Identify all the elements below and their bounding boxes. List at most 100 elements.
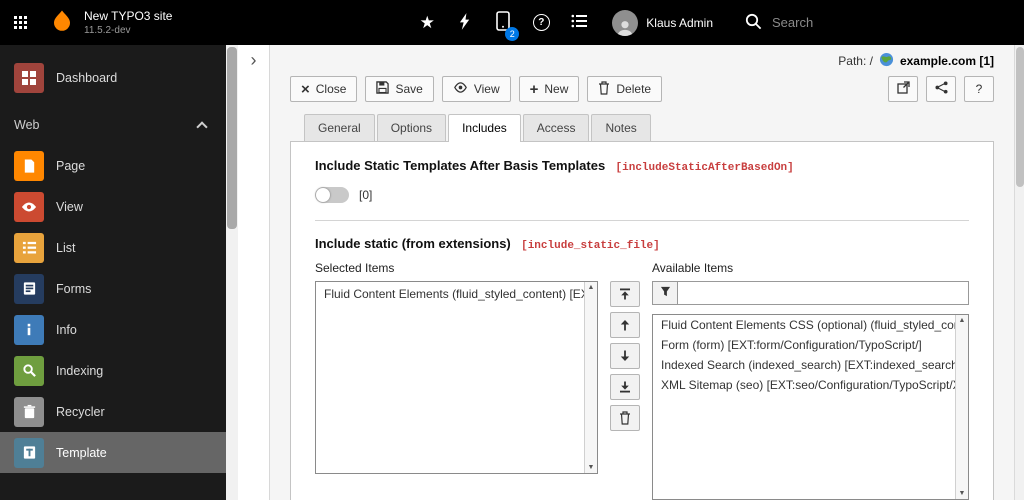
tab-includes[interactable]: Includes — [448, 114, 521, 142]
brand[interactable]: New TYPO3 site 11.5.2-dev — [40, 0, 182, 45]
bookmark-button[interactable]: ★ — [408, 0, 446, 45]
sidebar-item-label: Indexing — [56, 363, 104, 378]
site-version: 11.5.2-dev — [84, 24, 131, 36]
delete-button[interactable]: Delete — [587, 76, 663, 102]
sidebar-item-template[interactable]: Template — [0, 432, 226, 473]
help-icon: ? — [532, 14, 550, 31]
avatar — [612, 9, 639, 36]
sidebar-item-label: Recycler — [56, 404, 105, 419]
plus-icon: + — [529, 80, 539, 98]
scrollbar-thumb[interactable] — [1016, 47, 1024, 187]
list-module-icon — [14, 232, 44, 263]
module-menu: Dashboard Web Page View List Forms Info … — [0, 45, 226, 500]
close-icon: × — [301, 80, 310, 98]
remove-item-button[interactable] — [610, 405, 640, 431]
sidebar-item-indexing[interactable]: Indexing — [0, 350, 226, 391]
apps-grid-icon[interactable] — [0, 0, 40, 45]
workspace-preview-button[interactable]: 2 — [484, 0, 522, 45]
sidebar-item-label: Dashboard — [56, 70, 118, 85]
sidebar-item-label: Template — [56, 445, 107, 460]
module-menu-scrollbar[interactable] — [226, 45, 238, 500]
typo3-logo-icon — [50, 9, 74, 36]
scroll-up-icon[interactable]: ▲ — [588, 284, 595, 291]
bolt-icon — [459, 12, 472, 33]
close-button[interactable]: × Close — [290, 76, 358, 102]
new-button[interactable]: + New — [518, 76, 580, 102]
clear-cache-button[interactable] — [446, 0, 484, 45]
list-item[interactable]: Fluid Content Elements CSS (optional) (f… — [653, 315, 968, 335]
move-to-top-button[interactable] — [610, 281, 640, 307]
field-code: [include_static_file] — [521, 240, 660, 252]
static-after-section: Include Static Templates After Basis Tem… — [315, 158, 969, 203]
sidebar-item-info[interactable]: Info — [0, 309, 226, 350]
toggle-switch[interactable] — [315, 187, 349, 203]
list-item[interactable]: Indexed Search (indexed_search) [EXT:ind… — [653, 355, 968, 375]
available-items-listbox[interactable]: Fluid Content Elements CSS (optional) (f… — [652, 314, 969, 500]
move-to-bottom-button[interactable] — [610, 374, 640, 400]
search-input[interactable] — [772, 15, 982, 30]
filter-row — [652, 281, 969, 305]
trash-icon — [14, 396, 44, 427]
filter-button[interactable] — [652, 281, 678, 305]
sidebar-item-dashboard[interactable]: Dashboard — [0, 57, 226, 98]
section-title: Include static (from extensions) — [315, 236, 511, 251]
open-in-new-window-button[interactable] — [888, 76, 918, 102]
filter-input[interactable] — [678, 281, 969, 305]
scrollbar-thumb[interactable] — [227, 47, 237, 229]
toggle-row: [0] — [315, 187, 969, 203]
save-button[interactable]: Save — [365, 76, 434, 102]
listbox-scrollbar[interactable]: ▲ ▼ — [955, 315, 968, 499]
main-scrollbar[interactable] — [1014, 45, 1024, 500]
available-items-label: Available Items — [652, 261, 734, 275]
notification-badge: 2 — [505, 27, 520, 41]
sidebar-item-recycler[interactable]: Recycler — [0, 391, 226, 432]
breadcrumb: Path: / example.com [1] — [290, 50, 994, 72]
tab-options[interactable]: Options — [376, 114, 447, 141]
sidebar-item-list[interactable]: List — [0, 227, 226, 268]
listbox-scrollbar[interactable]: ▲ ▼ — [584, 282, 597, 473]
navigation-expand-strip: › — [238, 45, 270, 500]
sidebar-section-web[interactable]: Web — [0, 104, 226, 145]
list-item[interactable]: XML Sitemap (seo) [EXT:seo/Configuration… — [653, 375, 968, 395]
systeminfo-button[interactable] — [560, 0, 598, 45]
tab-notes[interactable]: Notes — [591, 114, 651, 141]
typo3-backend: New TYPO3 site 11.5.2-dev ★ 2 ? Klaus Ad… — [0, 0, 1024, 500]
selected-items-listbox[interactable]: Fluid Content Elements (fluid_styled_con… — [315, 281, 598, 474]
globe-icon — [879, 52, 894, 70]
user-menu-button[interactable]: Klaus Admin — [598, 0, 727, 45]
expand-navigation-button[interactable]: › — [251, 51, 257, 69]
scroll-up-icon[interactable]: ▲ — [959, 317, 966, 324]
forms-icon — [14, 273, 44, 304]
section-divider — [315, 220, 969, 221]
close-label: Close — [315, 82, 347, 96]
sidebar-item-label: View — [56, 199, 83, 214]
path-label: Path: / — [838, 54, 873, 68]
view-label: View — [473, 82, 500, 96]
help-button[interactable]: ? — [964, 76, 994, 102]
tab-general[interactable]: General — [304, 114, 375, 141]
list-item[interactable]: Form (form) [EXT:form/Configuration/Typo… — [653, 335, 968, 355]
move-up-button[interactable] — [610, 312, 640, 338]
save-label: Save — [395, 82, 423, 96]
list-item[interactable]: Fluid Content Elements (fluid_styled_con… — [316, 282, 597, 306]
sidebar-item-page[interactable]: Page — [0, 145, 226, 186]
move-down-button[interactable] — [610, 343, 640, 369]
view-button[interactable]: View — [441, 76, 511, 102]
selected-items-label: Selected Items — [315, 261, 395, 275]
help-menu-button[interactable]: ? — [522, 0, 560, 45]
star-icon: ★ — [419, 13, 435, 32]
selected-items-column: Selected Items Fluid Content Elements (f… — [315, 261, 598, 474]
scroll-down-icon[interactable]: ▼ — [588, 464, 595, 471]
scroll-down-icon[interactable]: ▼ — [959, 490, 966, 497]
tab-access[interactable]: Access — [522, 114, 590, 141]
page-reference: example.com [1] — [899, 54, 994, 68]
sidebar-item-forms[interactable]: Forms — [0, 268, 226, 309]
main-area: Dashboard Web Page View List Forms Info … — [0, 45, 1024, 500]
docheader-right-buttons: ? — [888, 76, 994, 102]
section-title: Include Static Templates After Basis Tem… — [315, 158, 606, 173]
sidebar-item-view[interactable]: View — [0, 186, 226, 227]
field-code: [includeStaticAfterBasedOn] — [615, 162, 794, 174]
share-button[interactable] — [926, 76, 956, 102]
new-window-icon — [896, 81, 910, 97]
